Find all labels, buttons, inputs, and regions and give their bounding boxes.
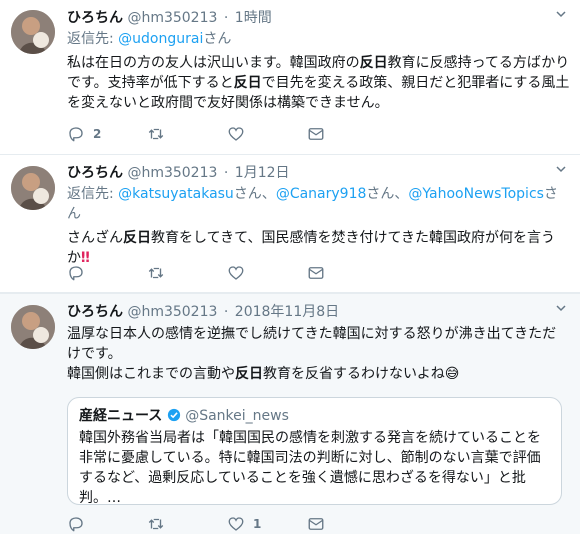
user-handle[interactable]: @hm350213 xyxy=(127,165,217,181)
user-handle[interactable]: @hm350213 xyxy=(127,10,217,26)
reply-button[interactable]: 2 xyxy=(67,124,147,144)
user-handle[interactable]: @hm350213 xyxy=(127,304,217,320)
dm-button[interactable] xyxy=(307,125,387,143)
tweet-actions xyxy=(67,263,387,283)
tweet[interactable]: ひろちん @hm350213 · 2018年11月8日 温厚な日本人の感情を逆撫… xyxy=(0,293,580,534)
like-button[interactable] xyxy=(227,264,307,282)
tweet-text: 私は在日の方の友人は沢山います。韓国政府の反日教育に反感持ってる方ばかりです。支… xyxy=(67,55,570,111)
reply-icon xyxy=(69,127,83,142)
separator-dot: · xyxy=(223,304,229,320)
retweet-icon xyxy=(148,267,164,279)
reply-context: 返信先: @katsuyatakasuさん、@Canary918さん、@Yaho… xyxy=(67,186,558,222)
mention-link[interactable]: @udongurai xyxy=(118,31,203,47)
tweet-actions: 2 xyxy=(67,124,387,144)
heart-icon xyxy=(228,517,244,531)
mention-link[interactable]: @YahooNewsTopics xyxy=(408,186,544,202)
reply-icon xyxy=(69,266,83,281)
chevron-down-icon[interactable] xyxy=(555,8,567,20)
chevron-down-icon[interactable] xyxy=(555,163,567,175)
tweet[interactable]: ひろちん @hm350213 · 1時間 返信先: @udonguraiさん 私… xyxy=(0,0,580,155)
like-count: 1 xyxy=(253,517,262,531)
retweet-button[interactable] xyxy=(147,264,227,282)
reply-button[interactable] xyxy=(67,515,147,533)
quoted-display-name: 産経ニュース xyxy=(79,408,163,424)
timestamp[interactable]: 2018年11月8日 xyxy=(235,304,339,320)
quoted-handle: @Sankei_news xyxy=(185,408,289,424)
retweet-icon xyxy=(148,518,164,530)
mail-icon xyxy=(308,267,324,279)
dm-button[interactable] xyxy=(307,515,387,533)
display-name[interactable]: ひろちん xyxy=(67,165,123,181)
heart-icon xyxy=(228,127,244,141)
mail-icon xyxy=(308,518,324,530)
tweet-text: さんざん反日教育をしてきて、国民感情を焚き付けてきた韓国政府が何を言うか‼ xyxy=(67,230,556,266)
tweet[interactable]: ひろちん @hm350213 · 1月12日 返信先: @katsuyataka… xyxy=(0,155,580,293)
reply-context: 返信先: @udonguraiさん xyxy=(67,31,232,47)
mail-icon xyxy=(308,128,324,140)
separator-dot: · xyxy=(223,10,229,26)
dm-button[interactable] xyxy=(307,264,387,282)
chevron-down-icon[interactable] xyxy=(555,302,567,314)
like-button[interactable] xyxy=(227,125,307,143)
retweet-button[interactable] xyxy=(147,125,227,143)
timestamp[interactable]: 1月12日 xyxy=(235,165,290,181)
avatar[interactable] xyxy=(11,305,55,349)
quoted-tweet[interactable]: 産経ニュース @Sankei_news 韓国外務省当局者は「韓国国民の感情を刺激… xyxy=(67,397,562,506)
tweet-actions: 1 xyxy=(67,514,387,534)
retweet-button[interactable] xyxy=(147,515,227,533)
mention-link[interactable]: @Canary918 xyxy=(276,186,367,202)
tweet-text: 温厚な日本人の感情を逆撫でし続けてきた韓国に対する怒りが沸き出てきただけです。 … xyxy=(67,326,557,382)
display-name[interactable]: ひろちん xyxy=(67,10,123,26)
separator-dot: · xyxy=(223,165,229,181)
quoted-text: 韓国外務省当局者は「韓国国民の感情を刺激する発言を続けていることを非常に憂慮して… xyxy=(79,430,541,506)
reply-button[interactable] xyxy=(67,264,147,282)
avatar[interactable] xyxy=(11,10,55,54)
heart-icon xyxy=(228,266,244,280)
reply-count: 2 xyxy=(93,127,102,141)
reply-icon xyxy=(69,517,83,532)
sweat-smile-emoji: 😅 xyxy=(444,366,460,382)
like-button[interactable]: 1 xyxy=(227,514,307,534)
mention-link[interactable]: @katsuyatakasu xyxy=(118,186,234,202)
display-name[interactable]: ひろちん xyxy=(67,304,123,320)
avatar[interactable] xyxy=(11,166,55,210)
verified-badge-icon xyxy=(167,408,180,422)
retweet-icon xyxy=(148,128,164,140)
timestamp[interactable]: 1時間 xyxy=(235,10,272,26)
